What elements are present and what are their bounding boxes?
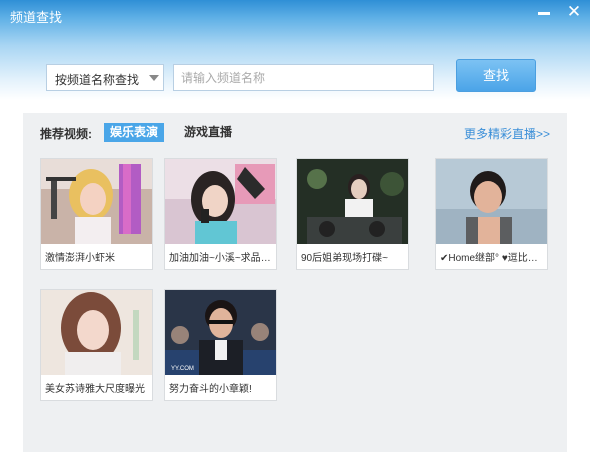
video-card[interactable]: 加油加油~小溪~求品站…	[164, 158, 277, 270]
more-live-link[interactable]: 更多精彩直播>>	[464, 125, 550, 142]
chevron-down-icon	[149, 75, 159, 81]
channel-name-input[interactable]	[173, 64, 434, 91]
video-caption: 90后姐弟现场打碟~	[301, 253, 388, 264]
video-thumbnail	[436, 159, 547, 244]
video-card[interactable]: 90后姐弟现场打碟~	[296, 158, 409, 270]
search-mode-label: 按频道名称查找	[55, 73, 140, 87]
video-thumbnail: YY.COM	[165, 290, 276, 375]
recommended-label: 推荐视频:	[40, 127, 92, 141]
video-card[interactable]: YY.COM 努力奋斗的小章颖!	[164, 289, 277, 401]
video-card[interactable]: ✔Home继部° ♥逗比链…	[435, 158, 548, 270]
video-caption: 加油加油~小溪~求品站…	[169, 253, 273, 264]
video-caption: 激情澎湃小虾米	[45, 253, 115, 264]
video-caption: 努力奋斗的小章颖!	[169, 384, 252, 395]
tab-game-live[interactable]: 游戏直播	[178, 123, 238, 142]
minimize-icon[interactable]	[536, 4, 554, 20]
video-thumbnail	[41, 159, 152, 244]
video-caption: ✔Home继部° ♥逗比链…	[440, 253, 544, 264]
search-button[interactable]: 查找	[456, 59, 536, 92]
video-caption: 美女苏诗雅大尺度曝光	[45, 384, 145, 395]
search-mode-select[interactable]: 按频道名称查找	[46, 64, 164, 91]
tab-entertainment[interactable]: 娱乐表演	[104, 123, 165, 142]
close-icon[interactable]: ✕	[565, 3, 583, 20]
video-thumbnail	[41, 290, 152, 375]
channel-search-window: 频道查找 ✕ 按频道名称查找 查找 推荐视频: 娱乐表演 游戏直播 更多精彩直播…	[0, 0, 590, 465]
recommended-panel: 推荐视频: 娱乐表演 游戏直播 更多精彩直播>> 激情澎湃小虾米 加油加油~小溪…	[23, 113, 567, 452]
video-card[interactable]: 美女苏诗雅大尺度曝光	[40, 289, 153, 401]
video-thumbnail	[297, 159, 408, 244]
svg-text:YY.COM: YY.COM	[171, 366, 194, 372]
video-thumbnail	[165, 159, 276, 244]
video-card[interactable]: 激情澎湃小虾米	[40, 158, 153, 270]
window-title: 频道查找	[10, 10, 63, 25]
